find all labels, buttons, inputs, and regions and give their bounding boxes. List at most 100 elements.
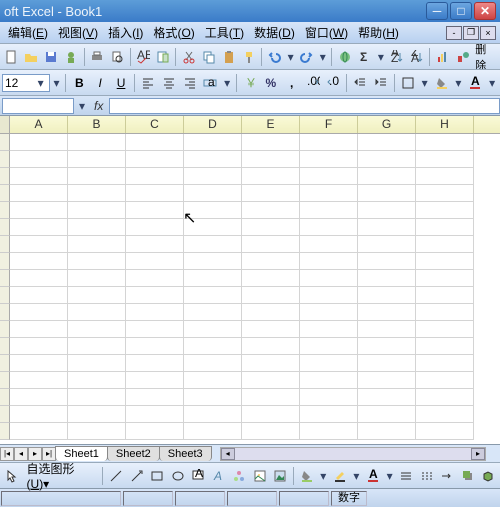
row-header[interactable]	[0, 151, 10, 168]
cell[interactable]	[416, 406, 474, 423]
cell[interactable]	[242, 151, 300, 168]
research-button[interactable]	[153, 47, 172, 67]
horizontal-scrollbar[interactable]: ◂ ▸	[220, 447, 486, 461]
line-button[interactable]	[106, 466, 126, 486]
cell[interactable]	[416, 253, 474, 270]
print-preview-button[interactable]	[108, 47, 127, 67]
cell[interactable]	[184, 287, 242, 304]
cell[interactable]	[68, 406, 126, 423]
cell[interactable]	[10, 236, 68, 253]
comma-button[interactable]: ,	[282, 73, 302, 93]
line-color-dropdown[interactable]: ▾	[351, 469, 363, 483]
cell[interactable]	[68, 185, 126, 202]
cell[interactable]	[126, 185, 184, 202]
cell[interactable]	[358, 372, 416, 389]
cell[interactable]	[300, 151, 358, 168]
cell[interactable]	[416, 389, 474, 406]
autosum-button[interactable]: Σ	[355, 47, 374, 67]
cell[interactable]	[416, 355, 474, 372]
cell[interactable]	[10, 168, 68, 185]
minimize-button[interactable]: ─	[426, 2, 448, 20]
shadow-button[interactable]	[458, 466, 478, 486]
cell[interactable]	[184, 219, 242, 236]
cell[interactable]	[416, 202, 474, 219]
cell[interactable]	[126, 219, 184, 236]
cell[interactable]	[184, 372, 242, 389]
cell[interactable]	[358, 253, 416, 270]
cell[interactable]	[10, 372, 68, 389]
cell[interactable]	[184, 134, 242, 151]
cell[interactable]	[184, 151, 242, 168]
cell[interactable]	[416, 151, 474, 168]
cell[interactable]	[358, 406, 416, 423]
cell[interactable]	[358, 168, 416, 185]
arrow-style-button[interactable]	[437, 466, 457, 486]
cell[interactable]	[416, 134, 474, 151]
column-header[interactable]: E	[242, 116, 300, 133]
cell[interactable]	[300, 321, 358, 338]
cell[interactable]	[10, 321, 68, 338]
cell[interactable]	[68, 287, 126, 304]
cell[interactable]	[184, 423, 242, 440]
cell[interactable]	[126, 236, 184, 253]
tab-nav-next[interactable]: ▸	[28, 447, 42, 461]
cell[interactable]	[68, 389, 126, 406]
cell[interactable]	[10, 355, 68, 372]
cell[interactable]	[416, 338, 474, 355]
row-header[interactable]	[0, 423, 10, 440]
name-box[interactable]	[2, 98, 74, 114]
currency-button[interactable]: ￥	[240, 73, 260, 93]
cell[interactable]	[242, 270, 300, 287]
cell[interactable]	[126, 321, 184, 338]
cell[interactable]	[300, 423, 358, 440]
merge-dropdown[interactable]: ▾	[221, 76, 233, 90]
cell[interactable]	[416, 372, 474, 389]
cell[interactable]	[126, 355, 184, 372]
sort-desc-button[interactable]: ZA	[408, 47, 427, 67]
cell[interactable]	[68, 270, 126, 287]
wordart-button[interactable]: A	[209, 466, 229, 486]
cell[interactable]	[300, 270, 358, 287]
cell[interactable]	[300, 134, 358, 151]
clipart-button[interactable]	[250, 466, 270, 486]
rectangle-button[interactable]	[147, 466, 167, 486]
line-style-button[interactable]	[396, 466, 416, 486]
select-objects-button[interactable]	[2, 466, 22, 486]
bold-button[interactable]: B	[69, 73, 89, 93]
font-dropdown[interactable]: ▾	[51, 76, 63, 90]
cell[interactable]	[358, 185, 416, 202]
close-button[interactable]: ✕	[474, 2, 496, 20]
row-header[interactable]	[0, 185, 10, 202]
paste-button[interactable]	[219, 47, 238, 67]
cell[interactable]	[184, 168, 242, 185]
cell[interactable]	[68, 168, 126, 185]
cell[interactable]	[68, 134, 126, 151]
name-box-dropdown[interactable]: ▾	[76, 99, 88, 113]
delete-button[interactable]: 删除	[473, 44, 498, 70]
format-painter-button[interactable]	[239, 47, 258, 67]
cell[interactable]	[10, 423, 68, 440]
cell[interactable]	[358, 202, 416, 219]
row-header[interactable]	[0, 236, 10, 253]
menu-help[interactable]: 帮助(H)	[354, 22, 403, 43]
cell[interactable]	[242, 134, 300, 151]
column-header[interactable]: A	[10, 116, 68, 133]
merge-center-button[interactable]: a	[200, 73, 220, 93]
cell[interactable]	[242, 321, 300, 338]
font-size-combo[interactable]: 12 ▾	[2, 74, 50, 92]
column-header[interactable]: D	[184, 116, 242, 133]
cell[interactable]	[10, 219, 68, 236]
fill-color-draw-dropdown[interactable]: ▾	[317, 469, 329, 483]
cell[interactable]	[242, 423, 300, 440]
cell[interactable]	[300, 287, 358, 304]
menu-view[interactable]: 视图(V)	[54, 22, 102, 43]
cell[interactable]	[300, 338, 358, 355]
cell[interactable]	[68, 372, 126, 389]
cell[interactable]	[10, 304, 68, 321]
font-color-draw-button[interactable]: A	[363, 466, 383, 486]
cell[interactable]	[10, 134, 68, 151]
copy-button[interactable]	[199, 47, 218, 67]
cell[interactable]	[68, 151, 126, 168]
align-left-button[interactable]	[138, 73, 158, 93]
column-header[interactable]: B	[68, 116, 126, 133]
